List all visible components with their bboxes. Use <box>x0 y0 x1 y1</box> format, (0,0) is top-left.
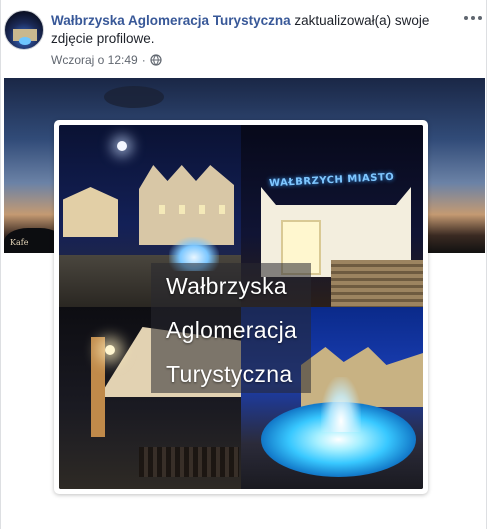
title-line-1: Wałbrzyska <box>166 273 287 299</box>
post-timestamp[interactable]: Wczoraj o 12:49 <box>51 53 138 67</box>
post-headline: Wałbrzyska Aglomeracja Turystyczna zaktu… <box>51 12 431 48</box>
profile-picture-frame[interactable]: WAŁBRZYCH MIASTO Wałbrzyska Aglomeracja … <box>54 120 428 494</box>
crowd <box>139 447 239 477</box>
window <box>179 205 185 214</box>
house-left <box>63 187 118 237</box>
more-dot <box>478 16 482 20</box>
fountain-jets <box>321 377 361 432</box>
window <box>199 205 205 214</box>
window <box>219 205 225 214</box>
globe-icon[interactable] <box>150 54 162 66</box>
feed-post: Wałbrzyska Aglomeracja Turystyczna zaktu… <box>0 0 487 529</box>
neon-sign: WAŁBRZYCH MIASTO <box>268 171 395 190</box>
street-lamp <box>105 345 115 355</box>
more-options-icon[interactable] <box>463 12 483 24</box>
window <box>159 205 165 214</box>
page-name-link[interactable]: Wałbrzyska Aglomeracja Turystyczna <box>51 13 291 28</box>
more-dot <box>471 16 475 20</box>
more-dot <box>464 16 468 20</box>
avatar-fountain <box>19 37 31 45</box>
cover-cloud <box>104 86 164 108</box>
post-header: Wałbrzyska Aglomeracja Turystyczna zaktu… <box>1 0 487 76</box>
title-line-2: Aglomeracja <box>166 317 298 343</box>
ornate-building <box>301 347 423 407</box>
title-line-3: Turystyczna <box>166 361 293 387</box>
post-meta: Wczoraj o 12:49 · <box>51 53 162 67</box>
cover-watermark: Kafe <box>10 238 29 247</box>
profile-picture: WAŁBRZYCH MIASTO Wałbrzyska Aglomeracja … <box>59 125 423 489</box>
station-steps <box>331 260 423 307</box>
page-avatar[interactable] <box>4 10 44 50</box>
tower <box>91 337 105 437</box>
meta-separator: · <box>141 53 146 67</box>
moon <box>117 141 127 151</box>
